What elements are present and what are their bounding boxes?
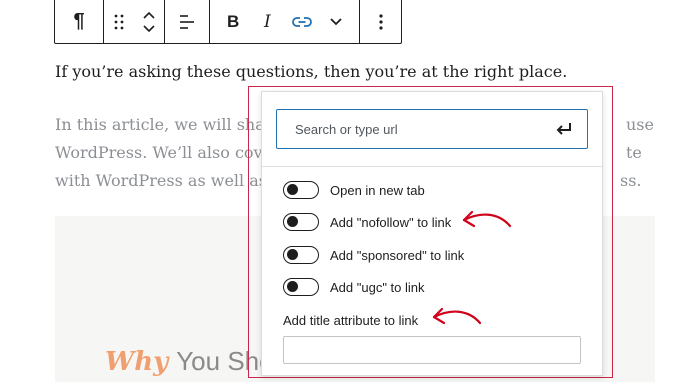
title-attribute-input[interactable]	[283, 336, 581, 364]
toggle-row-new-tab: Open in new tab	[283, 181, 425, 199]
toggle-label-new-tab: Open in new tab	[330, 182, 425, 198]
paragraph-line-2-left[interactable]: WordPress. We’ll also cover	[55, 139, 280, 167]
toolbar-group-format: B I	[210, 0, 360, 43]
toolbar-group-align	[165, 0, 210, 43]
image-caption-why: Why	[105, 347, 169, 377]
link-popover: Open in new tab Add "nofollow" to link A…	[261, 91, 603, 376]
move-up-down-icon[interactable]	[137, 0, 161, 43]
paragraph-line-1-right[interactable]: use	[626, 111, 654, 139]
toolbar-group-block: ¶	[55, 0, 104, 43]
toggle-label-nofollow: Add "nofollow" to link	[330, 214, 452, 230]
paragraph-intro[interactable]: If you’re asking these questions, then y…	[55, 58, 567, 86]
toggle-label-sponsored: Add "sponsored" to link	[330, 247, 465, 263]
popover-divider	[262, 166, 602, 167]
paragraph-icon[interactable]: ¶	[55, 0, 103, 43]
italic-button[interactable]: I	[252, 0, 282, 43]
bold-button[interactable]: B	[218, 0, 248, 43]
options-vertical-dots-icon[interactable]	[360, 0, 401, 43]
annotation-arrow-title-icon	[432, 307, 482, 325]
toolbar-group-move	[104, 0, 165, 43]
paragraph-line-2-right[interactable]: te	[626, 139, 642, 167]
toggle-row-sponsored: Add "sponsored" to link	[283, 246, 464, 264]
toggle-ugc[interactable]	[283, 278, 319, 296]
toggle-row-ugc: Add "ugc" to link	[283, 278, 425, 296]
align-left-icon[interactable]	[165, 0, 209, 43]
annotation-arrow-nofollow-icon	[462, 210, 512, 228]
toggle-row-nofollow: Add "nofollow" to link	[283, 213, 451, 231]
submit-enter-icon[interactable]	[555, 122, 573, 136]
toggle-open-new-tab[interactable]	[283, 181, 319, 199]
link-icon[interactable]	[287, 0, 317, 43]
toolbar-group-options	[360, 0, 401, 43]
toggle-nofollow[interactable]	[283, 213, 319, 231]
toggle-label-ugc: Add "ugc" to link	[330, 279, 425, 295]
url-search-field[interactable]	[276, 109, 588, 149]
paragraph-line-3-left[interactable]: with WordPress as well as s	[55, 167, 280, 195]
paragraph-line-3-right[interactable]: ss.	[620, 167, 642, 195]
url-search-input[interactable]	[293, 120, 555, 138]
title-attribute-label: Add title attribute to link	[283, 313, 419, 328]
drag-handle-icon[interactable]	[107, 0, 131, 43]
more-chevron-down-icon[interactable]	[321, 0, 351, 43]
toggle-sponsored[interactable]	[283, 246, 319, 264]
block-toolbar: ¶ B I	[54, 0, 402, 44]
